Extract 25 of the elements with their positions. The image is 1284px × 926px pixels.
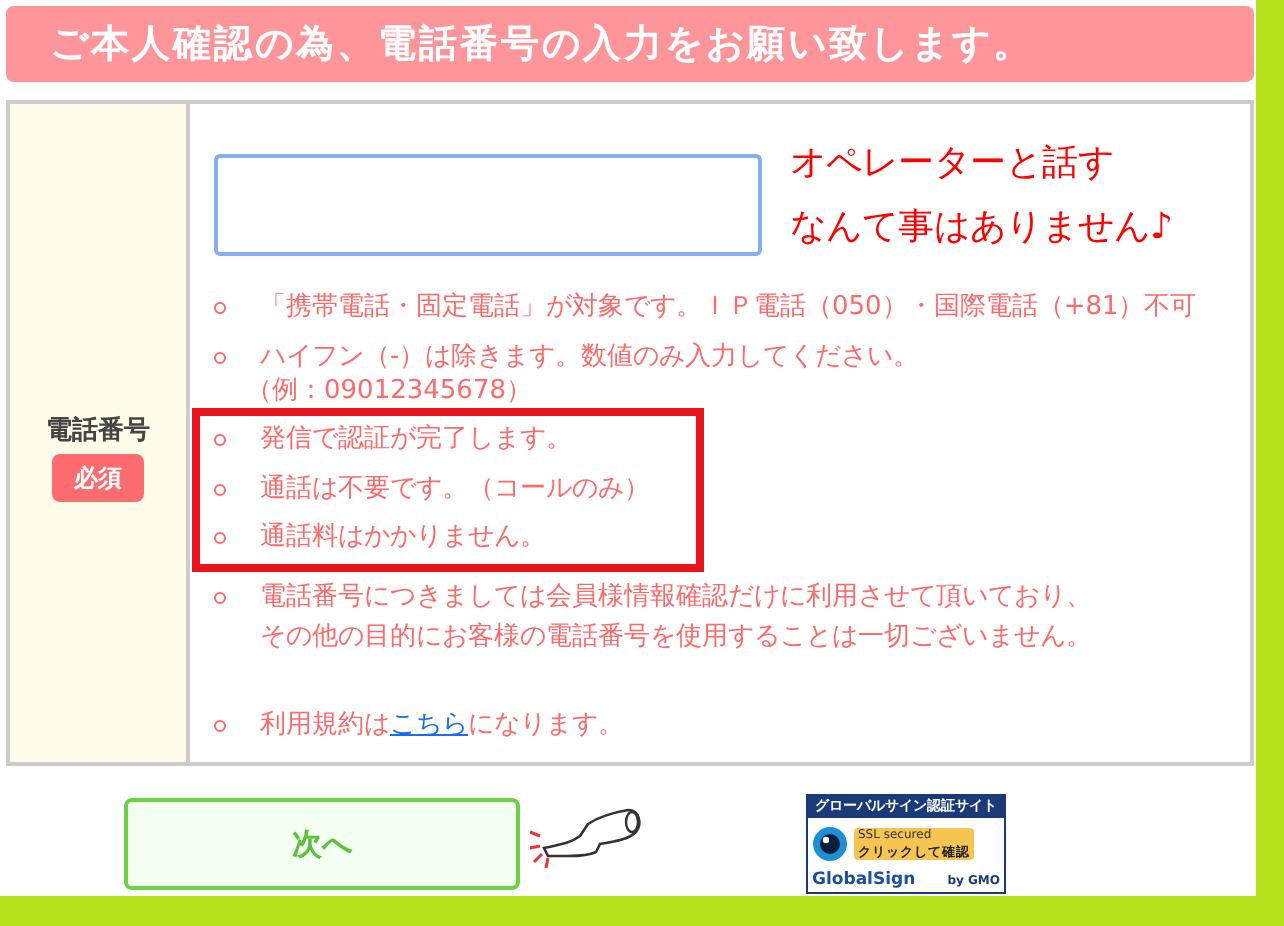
note-text: ハイフン（-）は除きます。数値のみ入力してください。 — [260, 339, 920, 375]
field-label: 電話番号 — [46, 413, 150, 450]
required-badge: 必須 — [52, 454, 144, 503]
bullet-icon — [214, 483, 226, 495]
note-text: 電話番号につきましては会員様情報確認だけに利用させて頂いており、 — [260, 579, 1092, 615]
callout-text: なんて事はありません♪ — [790, 204, 1173, 252]
note-text: 「携帯電話・固定電話」が対象です。ＩＰ電話（050）・国際電話（+81）不可 — [260, 290, 1197, 326]
eye-icon — [812, 826, 848, 862]
bullet-icon — [214, 351, 226, 363]
terms-link[interactable]: こちら — [390, 710, 468, 740]
brand-text: GlobalSign — [812, 870, 916, 890]
bullet-icon — [214, 434, 226, 446]
note-text: 通話は不要です。（コールのみ） — [260, 471, 650, 507]
note-text: （例：09012345678） — [246, 374, 534, 410]
page-heading: ご本人確認の為、電話番号の入力をお願い致します。 — [6, 6, 1254, 82]
phone-input-field[interactable] — [214, 154, 762, 256]
bullet-icon — [214, 591, 226, 603]
bullet-icon — [214, 720, 226, 732]
note-text: その他の目的にお客様の電話番号を使用することは一切ございません。 — [260, 620, 1092, 656]
note-text: 発信で認証が完了します。 — [260, 422, 572, 458]
note-text: 通話料はかかりません。 — [260, 520, 546, 556]
callout-text: オペレーターと話す — [790, 140, 1116, 188]
note-text: 利用規約はこちら になります。 — [260, 708, 624, 744]
bullet-icon — [214, 302, 226, 314]
bullet-icon — [214, 532, 226, 544]
